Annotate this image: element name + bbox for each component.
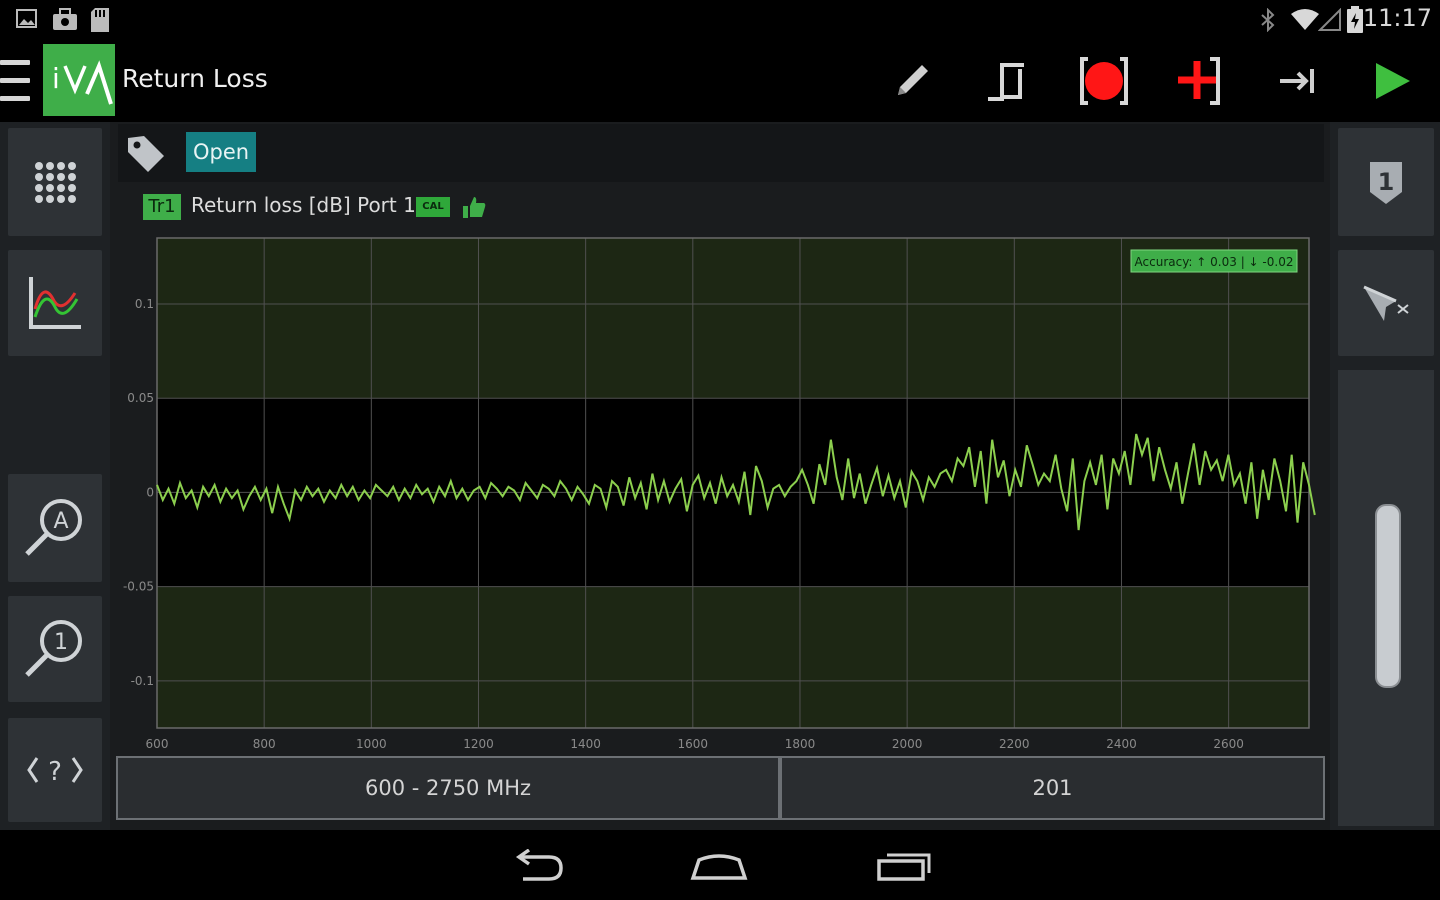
thumbs-up-icon [463, 197, 486, 218]
recents-button[interactable] [870, 844, 940, 888]
action-bar: i Return Loss [0, 40, 1440, 122]
port-1-badge-icon: 1 [1370, 162, 1402, 204]
x-tick-label: 2000 [892, 737, 923, 751]
x-tick-label: 2600 [1213, 737, 1244, 751]
points-field[interactable]: 201 [780, 756, 1325, 820]
marker-move-button[interactable] [1338, 250, 1434, 356]
help-button[interactable]: ? [8, 718, 102, 822]
x-tick-label: 1600 [678, 737, 709, 751]
clock: 11:17 [1362, 4, 1432, 32]
y-tick-label: 0.05 [127, 391, 154, 405]
cal-badge: CAL [416, 197, 450, 217]
tag-icon[interactable] [126, 134, 166, 172]
autoscale-button[interactable]: A [8, 474, 102, 582]
run-button[interactable] [1362, 52, 1422, 110]
record-button[interactable] [1074, 52, 1134, 110]
recents-icon [877, 853, 931, 881]
x-tick-label: 600 [146, 737, 169, 751]
home-icon [690, 854, 748, 880]
svg-text:i: i [52, 62, 60, 95]
ivn-logo-icon: i [52, 60, 113, 105]
scroll-slider[interactable] [1375, 504, 1401, 688]
bluetooth-icon [1261, 8, 1275, 32]
open-chip[interactable]: Open [186, 132, 257, 172]
y-tick-label: -0.05 [123, 580, 154, 594]
sweep-mode-button[interactable] [978, 52, 1038, 110]
tag-bar: Open [118, 124, 1324, 182]
x-tick-label: 1200 [463, 737, 494, 751]
scroll-panel [1338, 370, 1434, 826]
x-tick-label: 1800 [785, 737, 816, 751]
add-marker-button[interactable] [1170, 52, 1230, 110]
step-forward-icon [1280, 69, 1314, 93]
status-bar: 11:17 [0, 0, 1440, 40]
help-code-icon: ? [27, 757, 83, 787]
svg-text:?: ? [48, 757, 62, 787]
battery-icon [1347, 6, 1363, 33]
y-tick-label: 0 [146, 485, 154, 499]
wifi-icon [1291, 9, 1319, 30]
pencil-icon [898, 65, 928, 95]
port-select-button[interactable]: 1 [1338, 128, 1434, 236]
y-tick-label: -0.1 [131, 674, 154, 688]
keypad-button[interactable] [8, 128, 102, 236]
x-tick-label: 1400 [570, 737, 601, 751]
marker-zoom-button[interactable]: 1 [8, 596, 102, 702]
trace-badge: Tr1 [143, 194, 181, 220]
marker-move-icon [1363, 285, 1409, 321]
svg-text:1: 1 [1378, 168, 1395, 196]
record-icon [1080, 57, 1128, 105]
pulse-icon [988, 63, 1024, 101]
left-toolbar: A 1 ? [0, 122, 110, 830]
y-tick-label: 0.1 [135, 297, 154, 311]
trace-chart-button[interactable] [8, 250, 102, 356]
x-tick-label: 1000 [356, 737, 387, 751]
nav-bar [0, 830, 1440, 900]
frequency-range-field[interactable]: 600 - 2750 MHz [116, 756, 780, 820]
edit-button[interactable] [882, 52, 942, 110]
add-marker-icon [1178, 57, 1220, 105]
keypad-icon [35, 162, 76, 203]
app-logo[interactable]: i [43, 44, 115, 116]
return-loss-chart[interactable]: 600 800 1000 1200 1400 1600 1800 2000 2200 2400 26… [110, 230, 1330, 760]
x-tick-label: 2200 [999, 737, 1030, 751]
trace-chart-icon [29, 277, 81, 329]
sweep-settings: 600 - 2750 MHz 201 [116, 756, 1325, 820]
svg-text:1: 1 [54, 630, 68, 655]
briefcase-icon [53, 8, 77, 30]
home-button[interactable] [684, 844, 754, 888]
autoscale-zoom-icon: A [25, 499, 82, 556]
back-icon [515, 849, 563, 881]
sd-card-icon [91, 8, 109, 32]
accuracy-label: Accuracy: ↑ 0.03 | ↓ -0.02 [1135, 255, 1294, 269]
trace-description: Return loss [dB] Port 1 [191, 193, 416, 217]
page-title: Return Loss [122, 64, 268, 93]
step-forward-button[interactable] [1266, 52, 1326, 110]
marker-zoom-icon: 1 [25, 620, 82, 677]
play-icon [1376, 63, 1410, 99]
signal-icon [1318, 8, 1341, 31]
x-tick-label: 800 [253, 737, 276, 751]
gallery-icon [16, 9, 37, 28]
x-tick-label: 2400 [1106, 737, 1137, 751]
menu-icon[interactable] [0, 60, 32, 106]
svg-text:A: A [53, 509, 68, 534]
back-button[interactable] [502, 844, 572, 888]
right-toolbar: 1 [1330, 122, 1440, 830]
